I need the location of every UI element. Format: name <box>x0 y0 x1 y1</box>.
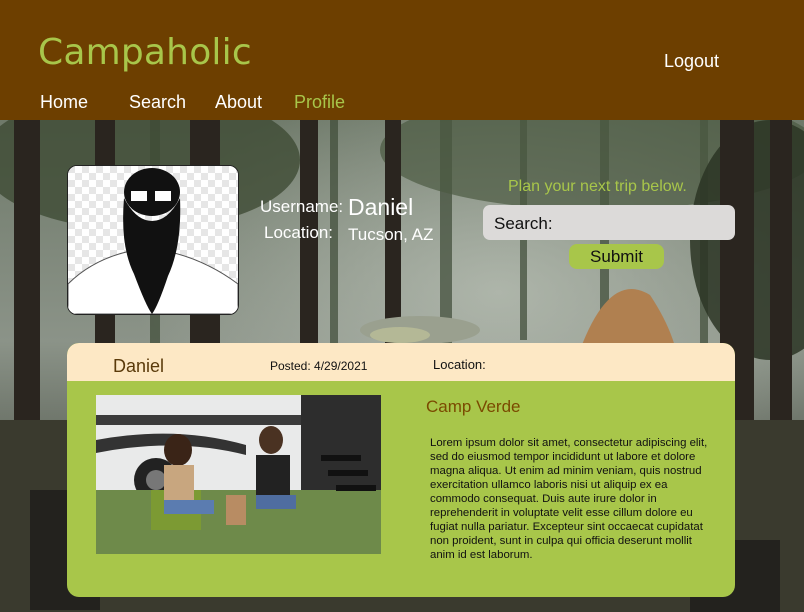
post-date: Posted: 4/29/2021 <box>270 359 368 373</box>
post-location-label: Location: <box>433 357 486 372</box>
top-header: Campaholic Logout Home Search About Prof… <box>0 0 804 120</box>
nav-search[interactable]: Search <box>129 92 186 113</box>
plan-trip-prompt: Plan your next trip below. <box>508 178 687 195</box>
trip-search-input[interactable] <box>558 210 732 237</box>
main-nav: Home Search About Profile <box>0 92 804 116</box>
post-body: Lorem ipsum dolor sit amet, consectetur … <box>430 437 708 561</box>
location-value: Tucson, AZ <box>348 225 434 244</box>
post-title[interactable]: Camp Verde <box>426 397 521 417</box>
post-author[interactable]: Daniel <box>113 356 164 377</box>
brand-logo[interactable]: Campaholic <box>38 32 252 73</box>
nav-about[interactable]: About <box>215 92 262 113</box>
username-value: Daniel <box>348 194 414 220</box>
nav-home[interactable]: Home <box>40 92 88 113</box>
submit-button[interactable]: Submit <box>569 244 664 269</box>
logout-link[interactable]: Logout <box>664 51 719 72</box>
post-card: Daniel Posted: 4/29/2021 Location: Camp … <box>67 343 735 597</box>
bearded-man-silhouette-icon <box>68 166 238 314</box>
search-label: Search: <box>494 214 553 233</box>
username-label: Username: <box>260 197 344 216</box>
post-photo[interactable] <box>96 395 381 554</box>
post-card-header: Daniel Posted: 4/29/2021 Location: <box>67 343 735 381</box>
profile-avatar[interactable] <box>67 165 239 315</box>
nav-profile[interactable]: Profile <box>294 92 345 113</box>
location-label: Location: <box>264 223 333 242</box>
